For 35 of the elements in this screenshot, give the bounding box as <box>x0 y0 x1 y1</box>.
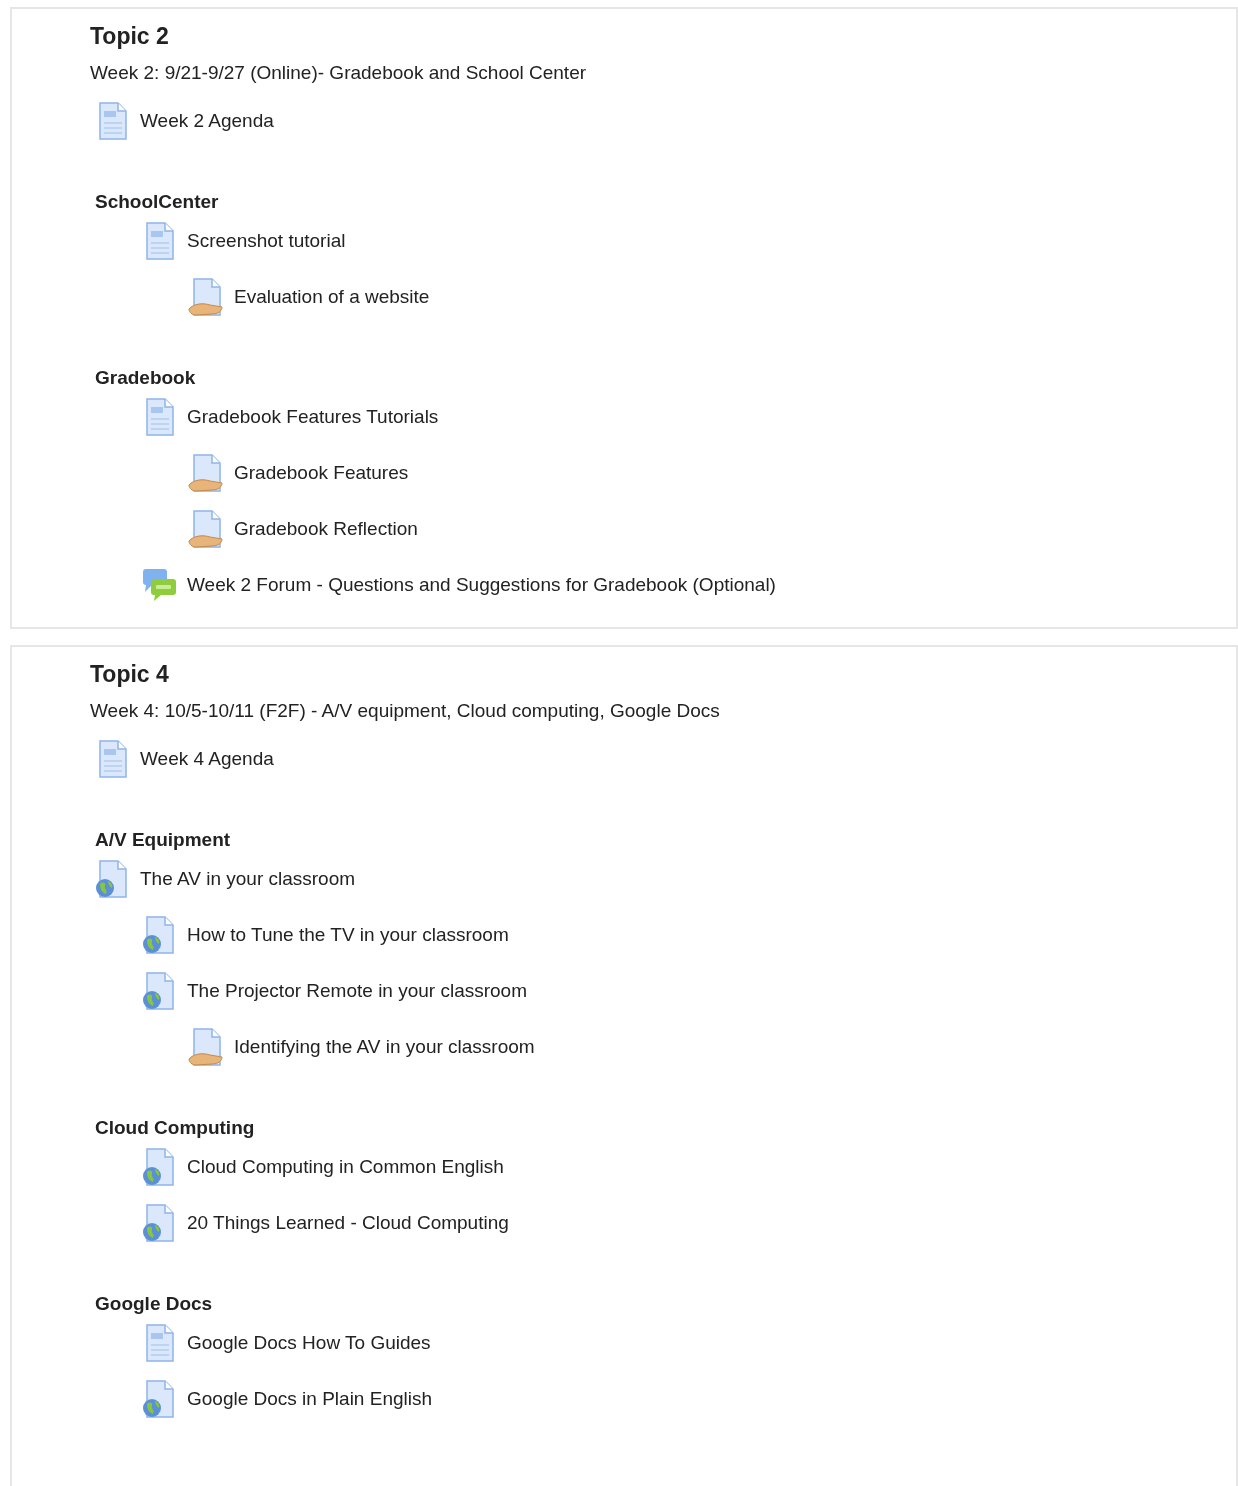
activity-link[interactable]: The AV in your classroom <box>140 868 356 890</box>
document-hand-icon <box>188 1027 224 1067</box>
topic-title: Topic 2 <box>90 22 170 51</box>
topic-summary: Week 2: 9/21-9/27 (Online)- Gradebook and School Center <box>90 61 588 85</box>
activity-link[interactable]: Google Docs in Plain English <box>187 1388 433 1410</box>
document-hand-icon <box>188 277 224 317</box>
document-hand-icon <box>188 509 224 549</box>
activity-link[interactable]: Week 2 Forum - Questions and Suggestions for Gradebook (Optional) <box>187 574 776 596</box>
document-hand-icon <box>188 453 224 493</box>
activity-link[interactable]: Gradebook Features <box>234 462 409 484</box>
document-globe-icon <box>141 1379 177 1419</box>
activity-link[interactable]: How to Tune the TV in your classroom <box>187 924 509 946</box>
activity-link[interactable]: Google Docs How To Guides <box>187 1332 431 1354</box>
document-globe-icon <box>141 1147 177 1187</box>
section-heading: Google Docs <box>95 1293 213 1315</box>
activity-link[interactable]: 20 Things Learned - Cloud Computing <box>187 1212 509 1234</box>
activity-link[interactable]: Screenshot tutorial <box>187 230 346 252</box>
document-globe-icon <box>94 859 130 899</box>
activity-link[interactable]: Week 2 Agenda <box>140 110 274 132</box>
activity-link[interactable]: The Projector Remote in your classroom <box>187 980 527 1002</box>
topic-title: Topic 4 <box>90 660 170 689</box>
section-heading: A/V Equipment <box>95 829 231 851</box>
section-heading: Gradebook <box>95 367 196 389</box>
section-heading: SchoolCenter <box>95 191 219 213</box>
activity-link[interactable]: Week 4 Agenda <box>140 748 274 770</box>
activity-link[interactable]: Cloud Computing in Common English <box>187 1156 504 1178</box>
document-globe-icon <box>141 915 177 955</box>
section-heading: Cloud Computing <box>95 1117 255 1139</box>
activity-link[interactable]: Identifying the AV in your classroom <box>234 1036 535 1058</box>
document-globe-icon <box>141 1203 177 1243</box>
activity-link[interactable]: Evaluation of a website <box>234 286 430 308</box>
activity-link[interactable]: Gradebook Reflection <box>234 518 418 540</box>
topic-summary: Week 4: 10/5-10/11 (F2F) - A/V equipment, Cloud computing, Google Docs <box>90 699 721 723</box>
document-globe-icon <box>141 971 177 1011</box>
activity-link[interactable]: Gradebook Features Tutorials <box>187 406 439 428</box>
